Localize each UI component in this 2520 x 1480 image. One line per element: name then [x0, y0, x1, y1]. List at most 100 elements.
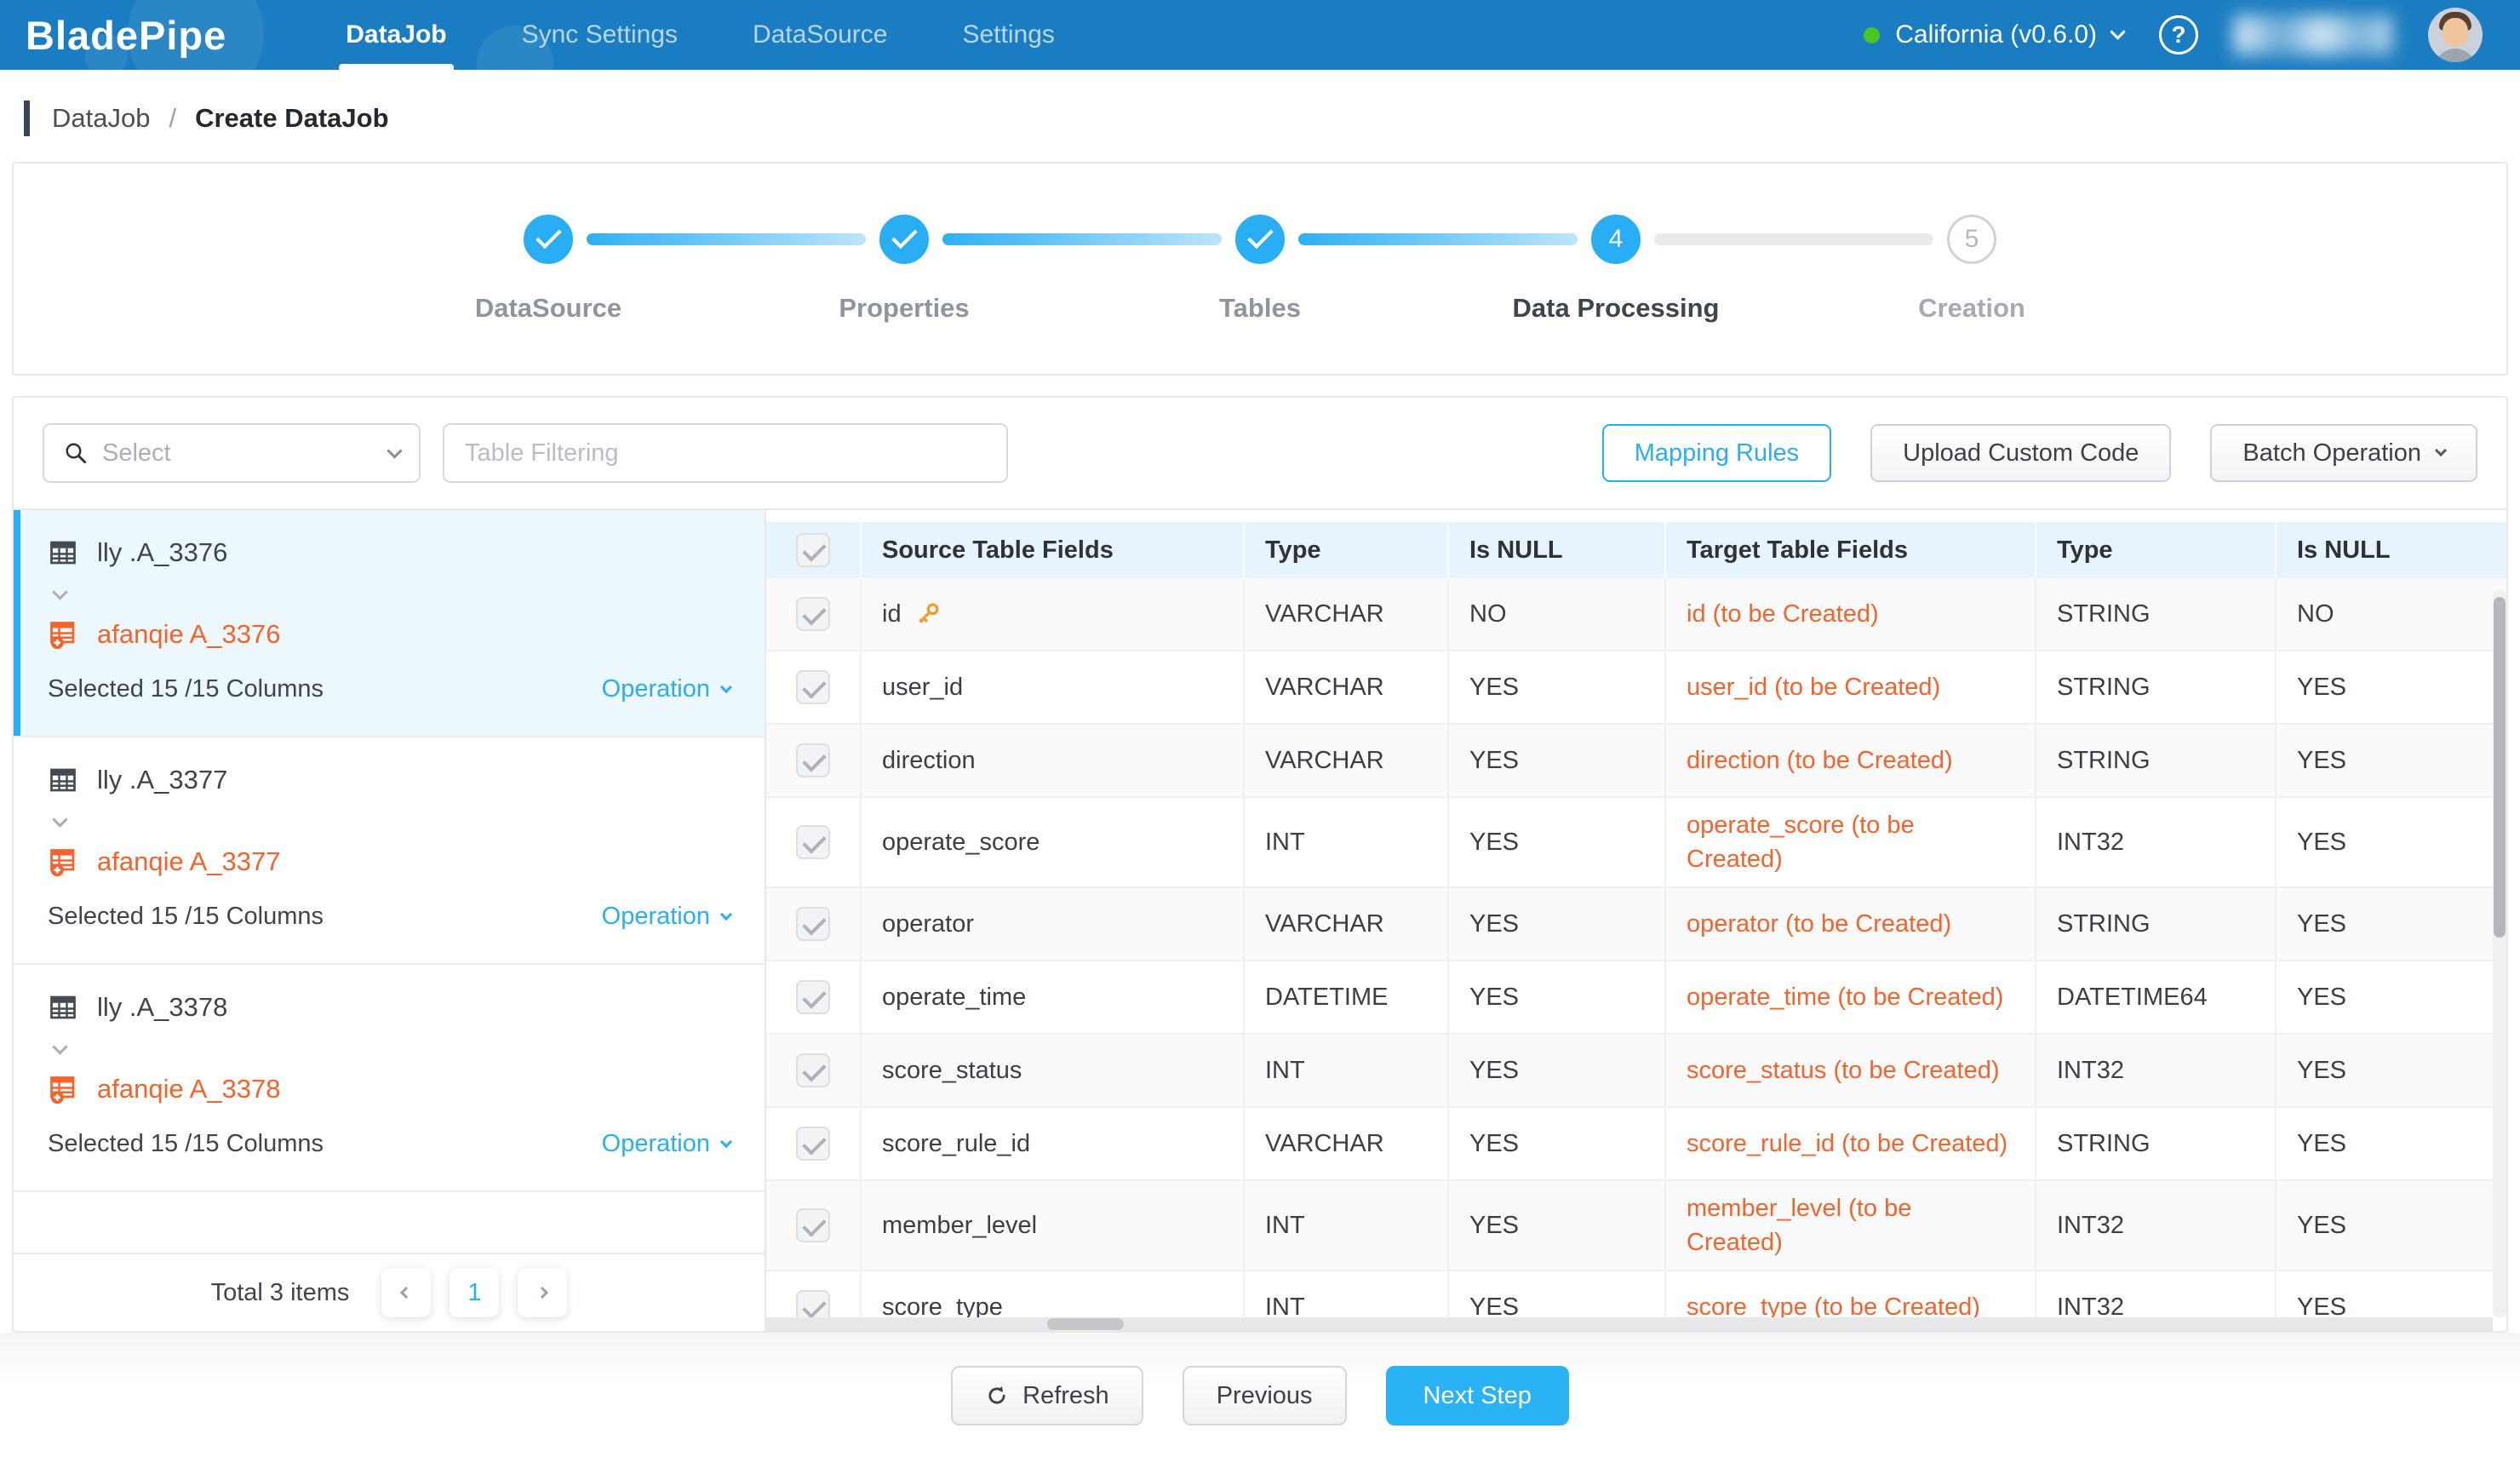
- pagination-next-button[interactable]: [518, 1268, 567, 1317]
- target-type-cell: STRING: [2036, 888, 2277, 960]
- mapping-content: lly .A_3376: [14, 508, 2506, 1331]
- step-label: Properties: [839, 293, 969, 324]
- batch-operation-button[interactable]: Batch Operation: [2210, 424, 2477, 482]
- mapping-rules-button[interactable]: Mapping Rules: [1602, 424, 1831, 482]
- brand-logo[interactable]: BladePipe: [26, 12, 226, 59]
- breadcrumb-parent[interactable]: DataJob: [52, 103, 150, 134]
- col-header-target-null: Is NULL: [2277, 522, 2506, 578]
- row-checkbox[interactable]: [796, 743, 830, 777]
- operation-link[interactable]: Operation: [602, 675, 730, 703]
- step-number: 4: [1609, 225, 1624, 254]
- source-null-cell: YES: [1449, 725, 1666, 796]
- previous-button[interactable]: Previous: [1183, 1366, 1347, 1426]
- table-row: operate_score INT YES operate_score (to …: [766, 798, 2506, 888]
- vertical-scrollbar-track[interactable]: [2493, 590, 2506, 1317]
- nav-menu-item[interactable]: DataSource: [715, 0, 925, 70]
- source-null-cell: YES: [1449, 1181, 1666, 1270]
- pagination: Total 3 items 1: [14, 1254, 765, 1331]
- source-null-cell: YES: [1449, 798, 1666, 886]
- source-table-name: lly .A_3377: [97, 765, 227, 795]
- target-field-cell: id (to be Created): [1666, 578, 2036, 650]
- target-table-icon: [48, 846, 78, 877]
- search-icon: [63, 440, 89, 466]
- chevron-down-icon[interactable]: [52, 812, 67, 827]
- top-nav: BladePipe DataJob Sync Settings DataSour…: [0, 0, 2520, 70]
- chevron-down-icon[interactable]: [52, 1039, 67, 1054]
- refresh-button[interactable]: Refresh: [951, 1366, 1143, 1426]
- select-placeholder: Select: [102, 439, 389, 468]
- operation-link[interactable]: Operation: [602, 903, 730, 931]
- source-type-cell: INT: [1245, 798, 1449, 886]
- breadcrumb-separator: /: [169, 103, 176, 134]
- source-type-cell: VARCHAR: [1245, 888, 1449, 960]
- step-label: Creation: [1918, 293, 2025, 324]
- row-checkbox[interactable]: [796, 907, 830, 941]
- table-pair-item[interactable]: lly .A_3376: [14, 510, 765, 737]
- source-null-cell: NO: [1449, 578, 1666, 650]
- horizontal-scrollbar-thumb[interactable]: [1047, 1318, 1124, 1330]
- table-pair-list: lly .A_3376: [14, 510, 766, 1331]
- avatar[interactable]: [2428, 8, 2483, 62]
- target-null-cell: YES: [2277, 1035, 2506, 1106]
- target-field-cell: operate_score (to be Created): [1666, 798, 2036, 886]
- vertical-scrollbar-thumb[interactable]: [2494, 597, 2506, 938]
- chevron-down-icon: [2110, 24, 2125, 39]
- nav-menu-item[interactable]: Settings: [925, 0, 1091, 70]
- nav-menu-item[interactable]: Sync Settings: [484, 0, 715, 70]
- list-empty-space: [14, 1192, 765, 1254]
- table-filter-input[interactable]: [443, 423, 1008, 483]
- horizontal-scrollbar-track[interactable]: [766, 1317, 2493, 1331]
- target-type-cell: DATETIME64: [2036, 961, 2277, 1033]
- breadcrumb: DataJob / Create DataJob: [0, 70, 2520, 162]
- table-pair-item[interactable]: lly .A_3378: [14, 965, 765, 1192]
- toolbar-actions: Mapping Rules Upload Custom Code Batch O…: [1602, 424, 2477, 482]
- pagination-prev-button[interactable]: [381, 1268, 431, 1317]
- target-field-cell: operator (to be Created): [1666, 888, 2036, 960]
- row-checkbox[interactable]: [796, 825, 830, 859]
- source-field-cell: score_rule_id: [862, 1108, 1245, 1179]
- stepper-step: Properties: [726, 215, 1082, 324]
- selected-columns-text: Selected 15 /15 Columns: [48, 1130, 324, 1158]
- target-table-name: afanqie A_3376: [97, 619, 281, 650]
- row-checkbox[interactable]: [796, 980, 830, 1014]
- chevron-down-icon[interactable]: [52, 584, 67, 599]
- breadcrumb-accent-bar: [24, 100, 30, 136]
- search-select[interactable]: Select: [43, 423, 421, 483]
- col-header-source-null: Is NULL: [1449, 522, 1666, 578]
- stepper-step: DataSource: [370, 215, 726, 324]
- table-row: score_rule_id VARCHAR YES score_rule_id …: [766, 1108, 2506, 1181]
- select-all-checkbox[interactable]: [796, 533, 830, 567]
- step-circle: 4: [1591, 215, 1641, 264]
- operation-link[interactable]: Operation: [602, 1130, 730, 1158]
- row-checkbox[interactable]: [796, 1208, 830, 1242]
- source-table-icon: [48, 992, 78, 1023]
- source-type-cell: INT: [1245, 1035, 1449, 1106]
- source-field-cell: operator: [862, 888, 1245, 960]
- step-connector: [587, 233, 866, 245]
- help-icon[interactable]: ?: [2159, 15, 2198, 54]
- source-type-cell: INT: [1245, 1181, 1449, 1270]
- target-field-cell: score_rule_id (to be Created): [1666, 1108, 2036, 1179]
- pagination-page-1[interactable]: 1: [450, 1268, 499, 1317]
- target-null-cell: YES: [2277, 1108, 2506, 1179]
- row-checkbox[interactable]: [796, 1127, 830, 1161]
- row-checkbox[interactable]: [796, 1053, 830, 1087]
- status-dot: [1864, 27, 1880, 43]
- region-selector[interactable]: California (v0.6.0): [1864, 20, 2123, 49]
- row-checkbox[interactable]: [796, 670, 830, 704]
- chevron-down-icon: [2435, 445, 2447, 456]
- nav-menu-item[interactable]: DataJob: [308, 0, 484, 70]
- field-mapping-table: Source Table Fields Type Is NULL Target …: [766, 510, 2506, 1331]
- table-pair-item[interactable]: lly .A_3377: [14, 737, 765, 965]
- row-checkbox[interactable]: [796, 597, 830, 631]
- primary-key-icon: [915, 601, 941, 627]
- next-step-button[interactable]: Next Step: [1386, 1366, 1569, 1426]
- upload-custom-code-button[interactable]: Upload Custom Code: [1870, 424, 2171, 482]
- chevron-down-icon: [720, 680, 732, 692]
- chevron-right-icon: [536, 1287, 548, 1299]
- source-type-cell: VARCHAR: [1245, 725, 1449, 796]
- source-field-cell: member_level: [862, 1181, 1245, 1270]
- target-field-cell: user_id (to be Created): [1666, 651, 2036, 723]
- step-connector: [1298, 233, 1578, 245]
- source-field-cell: operate_score: [862, 798, 1245, 886]
